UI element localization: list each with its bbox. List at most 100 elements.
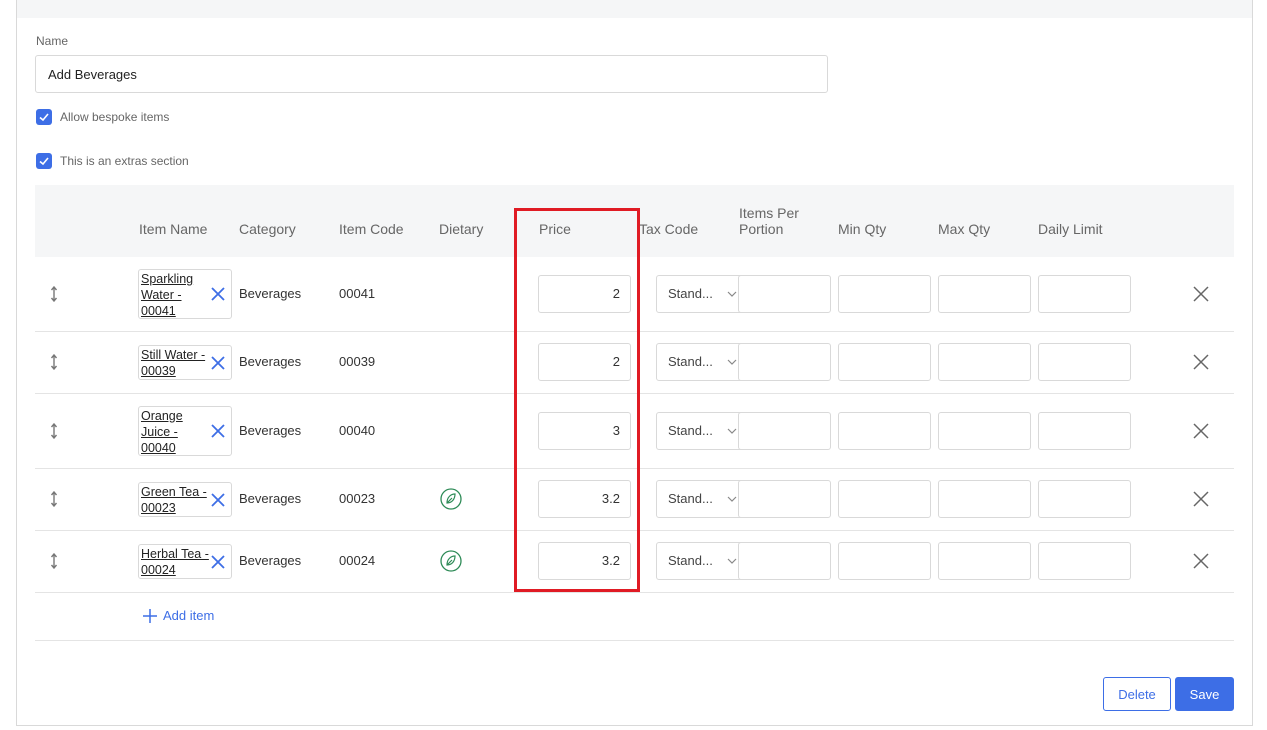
item-name-link[interactable]: Still Water - 00039: [141, 347, 211, 379]
price-input[interactable]: 2: [538, 275, 631, 313]
remove-row-close-icon[interactable]: [1193, 354, 1209, 370]
extras-section-label: This is an extras section: [60, 154, 189, 168]
allow-bespoke-checkbox[interactable]: [36, 109, 52, 125]
item-name-link[interactable]: Sparkling Water - 00041: [141, 271, 211, 319]
min-qty-input[interactable]: [838, 343, 931, 381]
item-code-cell: 00039: [339, 354, 376, 369]
allow-bespoke-row[interactable]: Allow bespoke items: [36, 109, 169, 125]
daily-limit-input[interactable]: [1038, 275, 1131, 313]
min-qty-input[interactable]: [838, 275, 931, 313]
item-name-link[interactable]: Orange Juice - 00040: [141, 408, 211, 456]
remove-row-close-icon[interactable]: [1193, 286, 1209, 302]
item-name-chip[interactable]: Sparkling Water - 00041: [138, 269, 232, 319]
price-input[interactable]: 3.2: [538, 480, 631, 518]
item-code-cell: 00041: [339, 286, 376, 301]
chevron-down-icon: [727, 291, 737, 297]
daily-limit-input[interactable]: [1038, 542, 1131, 580]
header-daily-limit: Daily Limit: [1038, 221, 1103, 237]
min-qty-input[interactable]: [838, 480, 931, 518]
daily-limit-input[interactable]: [1038, 343, 1131, 381]
remove-item-x-icon[interactable]: [210, 492, 226, 508]
item-name-chip[interactable]: Orange Juice - 00040: [138, 406, 232, 456]
extras-section-checkbox[interactable]: [36, 153, 52, 169]
price-input[interactable]: 3.2: [538, 542, 631, 580]
name-input[interactable]: [35, 55, 828, 93]
daily-limit-input[interactable]: [1038, 412, 1131, 450]
remove-item-x-icon[interactable]: [210, 423, 226, 439]
tax-code-select[interactable]: Stand...: [656, 542, 748, 580]
header-tax-code: Tax Code: [639, 221, 699, 237]
table-row: Herbal Tea - 00024 Beverages 00024 3.2 S…: [35, 531, 1234, 593]
tax-code-select[interactable]: Stand...: [656, 480, 748, 518]
item-name-link[interactable]: Green Tea - 00023: [141, 484, 211, 516]
chevron-down-icon: [727, 428, 737, 434]
tax-code-value: Stand...: [668, 491, 713, 506]
header-category: Category: [239, 221, 296, 237]
item-name-chip[interactable]: Green Tea - 00023: [138, 482, 232, 517]
header-items-per-portion: Items Per Portion: [739, 205, 799, 237]
name-label: Name: [36, 34, 69, 48]
tax-code-select[interactable]: Stand...: [656, 275, 748, 313]
check-icon: [39, 157, 49, 166]
save-button[interactable]: Save: [1175, 677, 1234, 711]
max-qty-input[interactable]: [938, 412, 1031, 450]
drag-handle-icon[interactable]: [50, 286, 58, 302]
items-per-portion-input[interactable]: [738, 343, 831, 381]
remove-row-close-icon[interactable]: [1193, 491, 1209, 507]
add-item-label: Add item: [163, 608, 215, 623]
header-dietary: Dietary: [439, 221, 484, 237]
header-items-per-portion-line1: Items Per: [739, 205, 799, 221]
remove-row-close-icon[interactable]: [1193, 553, 1209, 569]
extras-section-row[interactable]: This is an extras section: [36, 153, 189, 169]
items-per-portion-input[interactable]: [738, 542, 831, 580]
add-item-row: Add item: [35, 593, 1234, 641]
category-cell: Beverages: [239, 553, 302, 568]
header-price: Price: [539, 221, 571, 237]
item-name-chip[interactable]: Still Water - 00039: [138, 345, 232, 380]
items-per-portion-input[interactable]: [738, 412, 831, 450]
item-name-chip[interactable]: Herbal Tea - 00024: [138, 544, 232, 579]
remove-item-x-icon[interactable]: [210, 355, 226, 371]
chevron-down-icon: [727, 558, 737, 564]
category-cell: Beverages: [239, 286, 302, 301]
tax-code-value: Stand...: [668, 553, 713, 568]
table-row: Sparkling Water - 00041 Beverages 00041 …: [35, 257, 1234, 332]
tax-code-select[interactable]: Stand...: [656, 412, 748, 450]
drag-handle-icon[interactable]: [50, 491, 58, 507]
max-qty-input[interactable]: [938, 343, 1031, 381]
min-qty-input[interactable]: [838, 412, 931, 450]
items-per-portion-input[interactable]: [738, 275, 831, 313]
daily-limit-input[interactable]: [1038, 480, 1131, 518]
min-qty-input[interactable]: [838, 542, 931, 580]
max-qty-input[interactable]: [938, 480, 1031, 518]
item-name-link[interactable]: Herbal Tea - 00024: [141, 546, 211, 578]
tax-code-value: Stand...: [668, 354, 713, 369]
check-icon: [39, 113, 49, 122]
add-item-button[interactable]: Add item: [143, 608, 214, 623]
delete-button[interactable]: Delete: [1103, 677, 1171, 711]
drag-handle-icon[interactable]: [50, 423, 58, 439]
max-qty-input[interactable]: [938, 542, 1031, 580]
item-code-cell: 00040: [339, 423, 376, 438]
header-item-name: Item Name: [139, 221, 208, 237]
tax-code-select[interactable]: Stand...: [656, 343, 748, 381]
table-row: Green Tea - 00023 Beverages 00023 3.2 St…: [35, 469, 1234, 531]
drag-handle-icon[interactable]: [50, 354, 58, 370]
remove-item-x-icon[interactable]: [210, 554, 226, 570]
table-row: Still Water - 00039 Beverages 00039 2 St…: [35, 332, 1234, 394]
table-row: Orange Juice - 00040 Beverages 00040 3 S…: [35, 394, 1234, 469]
remove-row-close-icon[interactable]: [1193, 423, 1209, 439]
items-per-portion-input[interactable]: [738, 480, 831, 518]
vegan-leaf-icon: [440, 550, 462, 572]
panel-top-bar: [17, 0, 1252, 18]
max-qty-input[interactable]: [938, 275, 1031, 313]
chevron-down-icon: [727, 496, 737, 502]
price-input[interactable]: 3: [538, 412, 631, 450]
items-table: Item Name Category Item Code Dietary Pri…: [35, 185, 1234, 641]
tax-code-value: Stand...: [668, 286, 713, 301]
price-input[interactable]: 2: [538, 343, 631, 381]
vegan-leaf-icon: [440, 488, 462, 510]
remove-item-x-icon[interactable]: [210, 286, 226, 302]
drag-handle-icon[interactable]: [50, 553, 58, 569]
item-code-cell: 00024: [339, 553, 376, 568]
